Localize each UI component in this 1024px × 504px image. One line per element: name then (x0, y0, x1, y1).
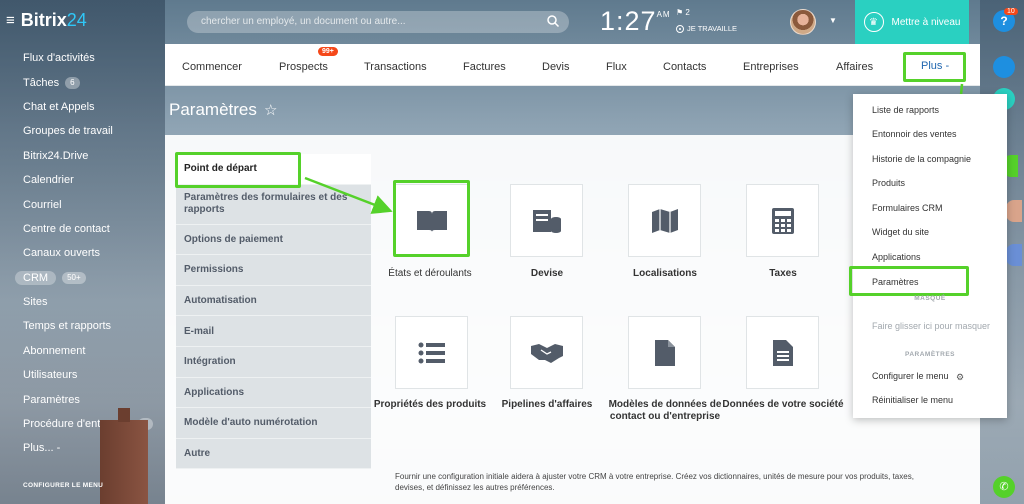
dropdown-section-hidden: MASQUÉ (914, 295, 946, 302)
dropdown-item[interactable]: Entonnoir des ventes (872, 129, 957, 139)
highlight-frame (849, 266, 969, 296)
dropdown-item[interactable]: Produits (872, 178, 905, 188)
reset-menu-button[interactable]: Réinitialiser le menu (872, 395, 953, 405)
dropdown-item[interactable]: Widget du site (872, 227, 929, 237)
dropdown-item[interactable]: Formulaires CRM (872, 203, 943, 213)
gear-icon[interactable]: ⚙ (956, 372, 964, 383)
arrow (304, 176, 393, 214)
dropdown-item[interactable]: Historie de la compagnie (872, 154, 971, 164)
dropdown-section-settings: PARAMÈTRES (904, 351, 956, 358)
dropdown-item[interactable]: Liste de rapports (872, 105, 939, 115)
drag-hint: Faire glisser ici pour masquer (872, 321, 991, 331)
dropdown-item[interactable]: Applications (872, 252, 921, 262)
configure-menu-button[interactable]: Configurer le menu (872, 371, 949, 381)
